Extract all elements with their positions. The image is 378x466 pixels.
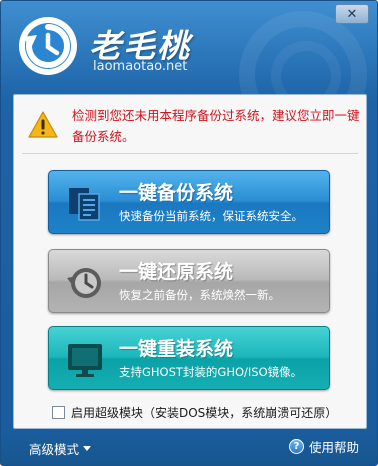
restore-button-subtitle: 恢复之前备份，系统焕然一新。 (119, 288, 280, 302)
help-label: 使用帮助 (309, 440, 360, 455)
warning-message: 检测到您还未用本程序备份过系统，建议您立即一键备份系统。 (72, 108, 360, 144)
app-logo-title: 老毛桃 (89, 27, 192, 65)
advanced-mode-menu[interactable]: 高级模式 (29, 439, 92, 458)
advanced-mode-label: 高级模式 (29, 442, 80, 457)
app-window: ✕ 老毛桃 laomaotao.net 检测到您还未用本程序备份过系统，建议您立… (0, 0, 378, 466)
super-module-checkbox[interactable] (52, 405, 65, 419)
restore-button-title: 一键还原系统 (119, 261, 234, 283)
document-copy-icon (69, 188, 100, 221)
logo-icon (19, 17, 77, 75)
divider (22, 153, 358, 154)
help-icon: ? (289, 439, 304, 454)
super-module-label: 启用超级模块（安装DOS模块，系统崩溃可还原） (71, 405, 338, 420)
backup-system-button[interactable]: 一键备份系统 快速备份当前系统，保证系统安全。 (48, 170, 330, 234)
close-button[interactable]: ✕ (335, 4, 369, 24)
app-logo-url: laomaotao.net (93, 59, 188, 74)
reinstall-button-title: 一键重装系统 (119, 338, 234, 360)
reinstall-system-button[interactable]: 一键重装系统 支持GHOST封装的GHO/ISO镜像。 (48, 326, 330, 390)
reinstall-button-subtitle: 支持GHOST封装的GHO/ISO镜像。 (119, 365, 303, 379)
backup-button-title: 一键备份系统 (119, 182, 234, 204)
monitor-icon (68, 344, 102, 377)
close-icon: ✕ (346, 6, 358, 22)
help-link[interactable]: ? 使用帮助 (289, 437, 359, 456)
restore-system-button[interactable]: 一键还原系统 恢复之前备份，系统焕然一新。 (48, 249, 330, 313)
main-panel: 检测到您还未用本程序备份过系统，建议您立即一键备份系统。 一键备份系统 快速备份… (13, 94, 367, 429)
chevron-down-icon (83, 445, 92, 451)
super-module-option[interactable]: 启用超级模块（安装DOS模块，系统崩溃可还原） (52, 404, 337, 420)
backup-button-subtitle: 快速备份当前系统，保证系统安全。 (119, 209, 303, 223)
warning-triangle-icon (28, 111, 58, 138)
clock-restore-icon (67, 268, 101, 298)
